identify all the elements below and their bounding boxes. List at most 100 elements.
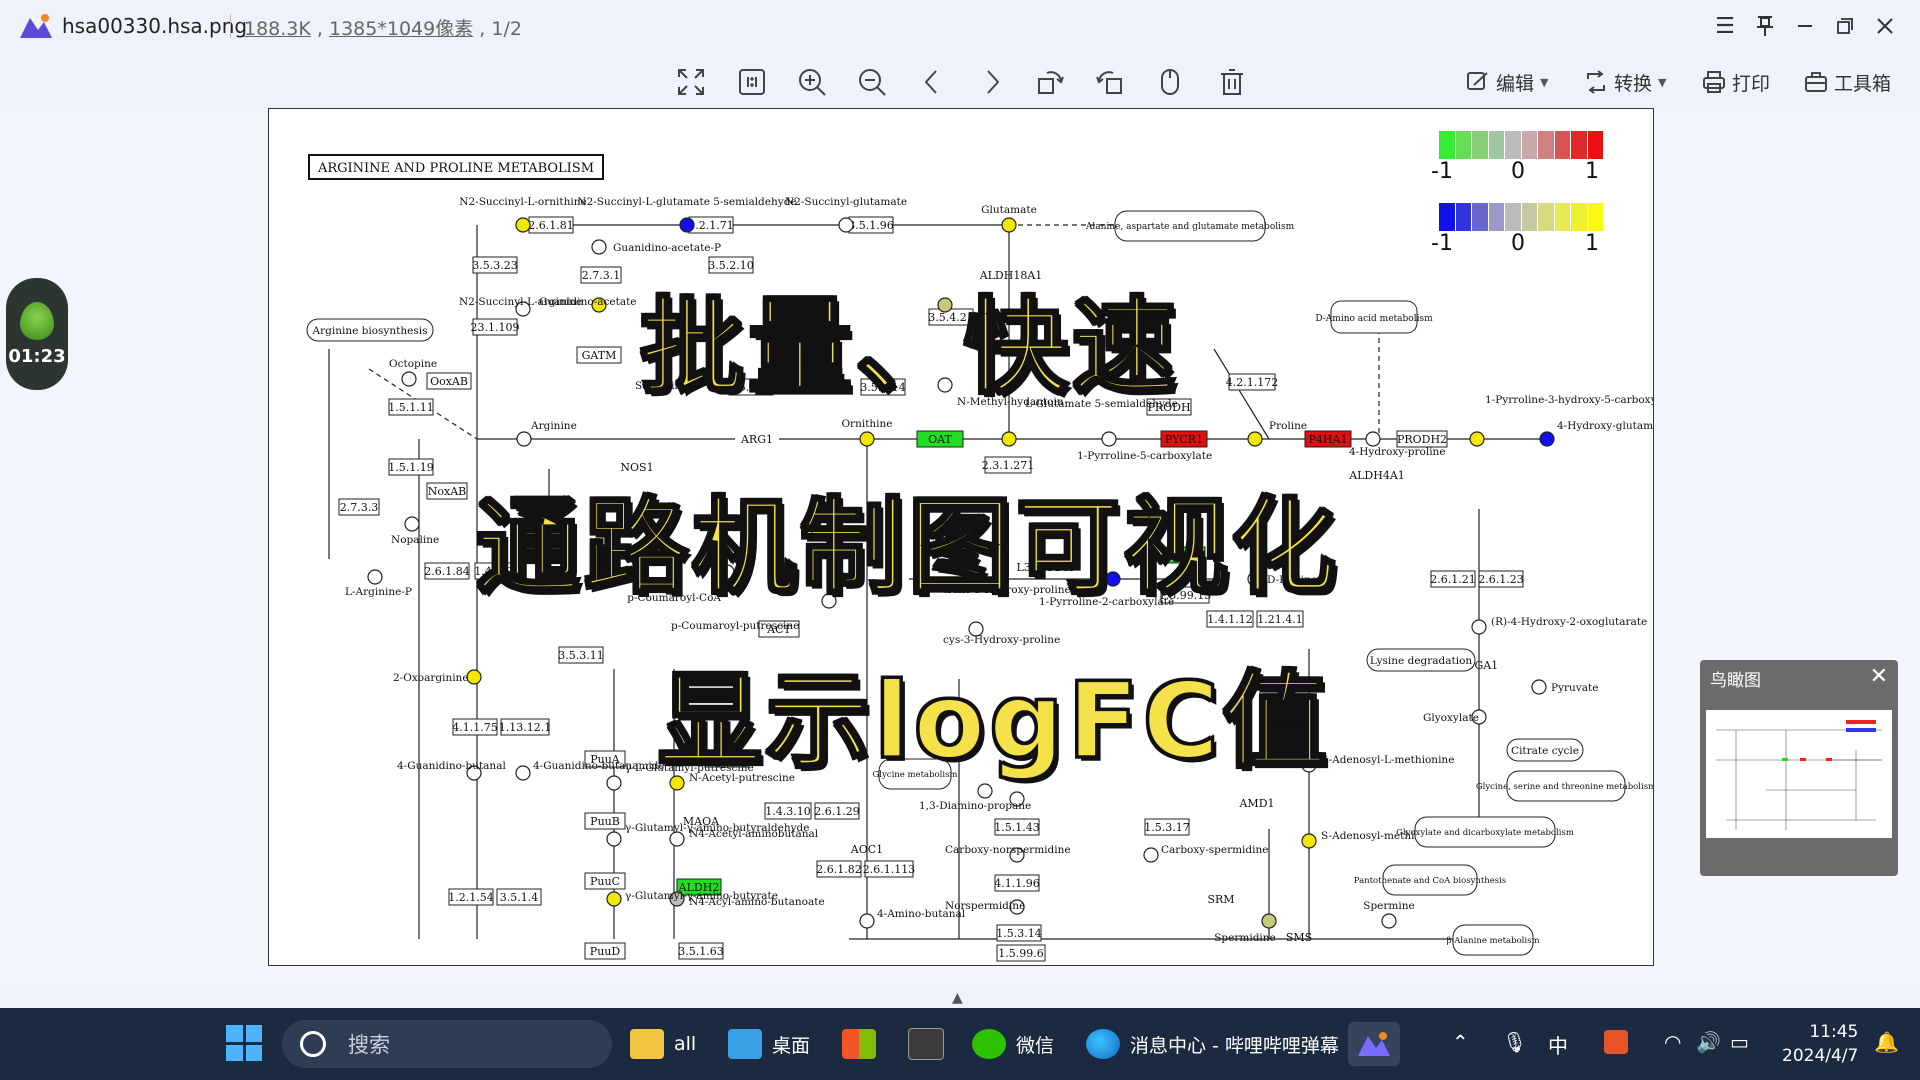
tray-chevron-up-icon[interactable]: ⌃ <box>1452 1030 1469 1054</box>
legend-color-cell <box>1587 203 1604 231</box>
search-icon <box>300 1031 326 1057</box>
enzyme-label: 1.5.3.14 <box>996 927 1041 940</box>
taskbar-search[interactable]: 搜索 <box>282 1020 612 1068</box>
timer-value: 01:23 <box>8 345 66 367</box>
print-button[interactable]: 打印 <box>1702 66 1770 98</box>
enzyme-label: 1.4.1.12 <box>1207 613 1252 626</box>
wifi-icon[interactable]: ◠ <box>1664 1030 1681 1054</box>
map-link[interactable]: Alanine, aspartate and glutamate metabol… <box>1085 222 1295 232</box>
rotate-left-icon[interactable] <box>1030 62 1070 102</box>
enzyme-label: 1.5.3.17 <box>1144 821 1189 834</box>
ime-indicator[interactable]: 中 <box>1548 1030 1568 1059</box>
legend-color-cell <box>1554 203 1571 231</box>
enzyme-label: 1.5.1.43 <box>994 821 1039 834</box>
legend-color-cell <box>1571 131 1588 159</box>
taskbar-app-desktop[interactable]: 桌面 <box>728 1022 810 1066</box>
toolbox-icon <box>1805 72 1827 92</box>
convert-label: 转换 <box>1614 72 1653 95</box>
legend-color-cell <box>1472 203 1489 231</box>
next-icon[interactable] <box>972 62 1012 102</box>
map-link[interactable]: Lysine degradation <box>1370 655 1473 667</box>
bird-view-panel[interactable]: 鸟瞰图 ✕ <box>1700 660 1898 876</box>
actual-size-icon[interactable] <box>732 62 772 102</box>
taskbar-app-label: 消息中心 - 哔哩哔哩弹幕 <box>1130 1034 1339 1057</box>
zoom-in-icon[interactable] <box>792 62 832 102</box>
menu-icon[interactable]: ☰ <box>1708 10 1742 42</box>
taskbar-app-terminal[interactable] <box>908 1022 944 1066</box>
taskbar-app-edge[interactable]: 消息中心 - 哔哩哔哩弹幕 <box>1086 1022 1339 1066</box>
enzyme-label: 2.6.1.84 <box>424 565 469 578</box>
enzyme-label: 1.21.4.1 <box>1257 613 1302 626</box>
sogou-icon[interactable] <box>1604 1030 1628 1054</box>
file-name: hsa00330.hsa.png <box>62 14 248 38</box>
minimize-icon[interactable] <box>1788 10 1822 42</box>
enzyme-label: OoxAB <box>430 375 468 388</box>
system-clock[interactable]: 11:45 2024/4/7 <box>1782 1020 1858 1068</box>
windows-start-icon[interactable] <box>226 1025 262 1061</box>
compound-label: Arginine <box>530 420 577 432</box>
close-icon[interactable] <box>1868 10 1902 42</box>
enzyme-label: 2.6.1.29 <box>814 805 859 818</box>
bird-view-thumbnail[interactable] <box>1706 710 1892 838</box>
taskbar-app-label: 桌面 <box>772 1034 811 1057</box>
legend-color-cell <box>1439 131 1456 159</box>
taskbar-app-image-viewer[interactable] <box>1348 1022 1400 1066</box>
mouse-icon[interactable] <box>1150 62 1190 102</box>
compound-label: Guanidino-acetate-P <box>613 242 721 254</box>
meta-comma: , <box>479 18 486 40</box>
enzyme-label: PuuB <box>590 815 620 828</box>
file-size[interactable]: 188.3K <box>244 18 311 40</box>
edit-menu[interactable]: 编辑 ▼ <box>1466 66 1548 98</box>
pin-icon[interactable] <box>1748 10 1782 42</box>
taskbar-app-store[interactable] <box>842 1022 876 1066</box>
legend-mid-label: 0 <box>1511 159 1525 184</box>
enzyme-label: 3.5.3.11 <box>558 649 603 662</box>
enzyme-label: 1.2.1.71 <box>688 219 733 232</box>
map-link[interactable]: Glyoxylate and dicarboxylate metabolism <box>1396 828 1574 838</box>
enzyme-label: 3.5.1.63 <box>678 945 723 958</box>
legend-color-cell <box>1488 203 1505 231</box>
enzyme-label: 1.2.1.54 <box>448 891 493 904</box>
timer-widget[interactable]: 01:23 <box>6 278 68 390</box>
restore-icon[interactable] <box>1828 10 1862 42</box>
map-link[interactable]: Arginine biosynthesis <box>312 325 428 337</box>
map-link[interactable]: β-Alanine metabolism <box>1446 936 1539 946</box>
map-link[interactable]: Glycine, serine and threonine metabolism <box>1476 782 1653 792</box>
pathway-title: ARGININE AND PROLINE METABOLISM <box>317 161 594 176</box>
previous-icon[interactable] <box>912 62 952 102</box>
delete-icon[interactable] <box>1212 62 1252 102</box>
taskbar-app-folder[interactable]: all <box>630 1022 696 1066</box>
toolbox-button[interactable]: 工具箱 <box>1804 66 1891 98</box>
volume-icon[interactable]: 🔊 <box>1696 1030 1721 1054</box>
enzyme-label: 1.5.1.19 <box>388 461 433 474</box>
enzyme-label: ALDH4A1 <box>1348 469 1405 482</box>
map-link[interactable]: Pantothenate and CoA biosynthesis <box>1354 876 1506 886</box>
overlay-title-line1: 批量、快速 <box>638 285 1181 410</box>
fit-screen-icon[interactable] <box>671 62 711 102</box>
convert-menu[interactable]: 转换 ▼ <box>1584 66 1666 98</box>
battery-icon[interactable]: ▭ <box>1730 1030 1749 1054</box>
close-icon[interactable]: ✕ <box>1870 664 1888 689</box>
clock-time: 11:45 <box>1809 1022 1859 1042</box>
collapse-up-icon[interactable]: ▲ <box>952 990 963 1006</box>
overlay-title-line2: 通路机制图可视化 <box>474 485 1341 610</box>
enzyme-label: SMS <box>1286 931 1312 944</box>
notification-bell-icon[interactable]: 🔔 <box>1874 1030 1899 1054</box>
legend-color-cell <box>1587 131 1604 159</box>
compound-label: Guanidino-acetate <box>539 296 637 308</box>
map-link[interactable]: D-Amino acid metabolism <box>1315 314 1433 324</box>
rotate-right-icon[interactable] <box>1090 62 1130 102</box>
compound-label: Carboxy-spermidine <box>1161 844 1268 856</box>
map-link[interactable]: Citrate cycle <box>1511 745 1579 757</box>
compound-label: Glyoxylate <box>1423 712 1479 724</box>
microphone-icon[interactable]: 🎙 <box>1502 1030 1527 1054</box>
compound-label: Octopine <box>389 358 437 370</box>
zoom-out-icon[interactable] <box>852 62 892 102</box>
image-dimensions[interactable]: 1385*1049像素 <box>329 18 473 40</box>
compound-label: Pyruvate <box>1551 682 1598 694</box>
legend-color-cell <box>1554 131 1571 159</box>
enzyme-label: 3.5.1.96 <box>848 219 893 232</box>
compound-label: 1,3-Diamino-propane <box>919 800 1031 812</box>
edit-label: 编辑 <box>1496 72 1535 95</box>
taskbar-app-wechat[interactable]: 微信 <box>972 1022 1054 1066</box>
